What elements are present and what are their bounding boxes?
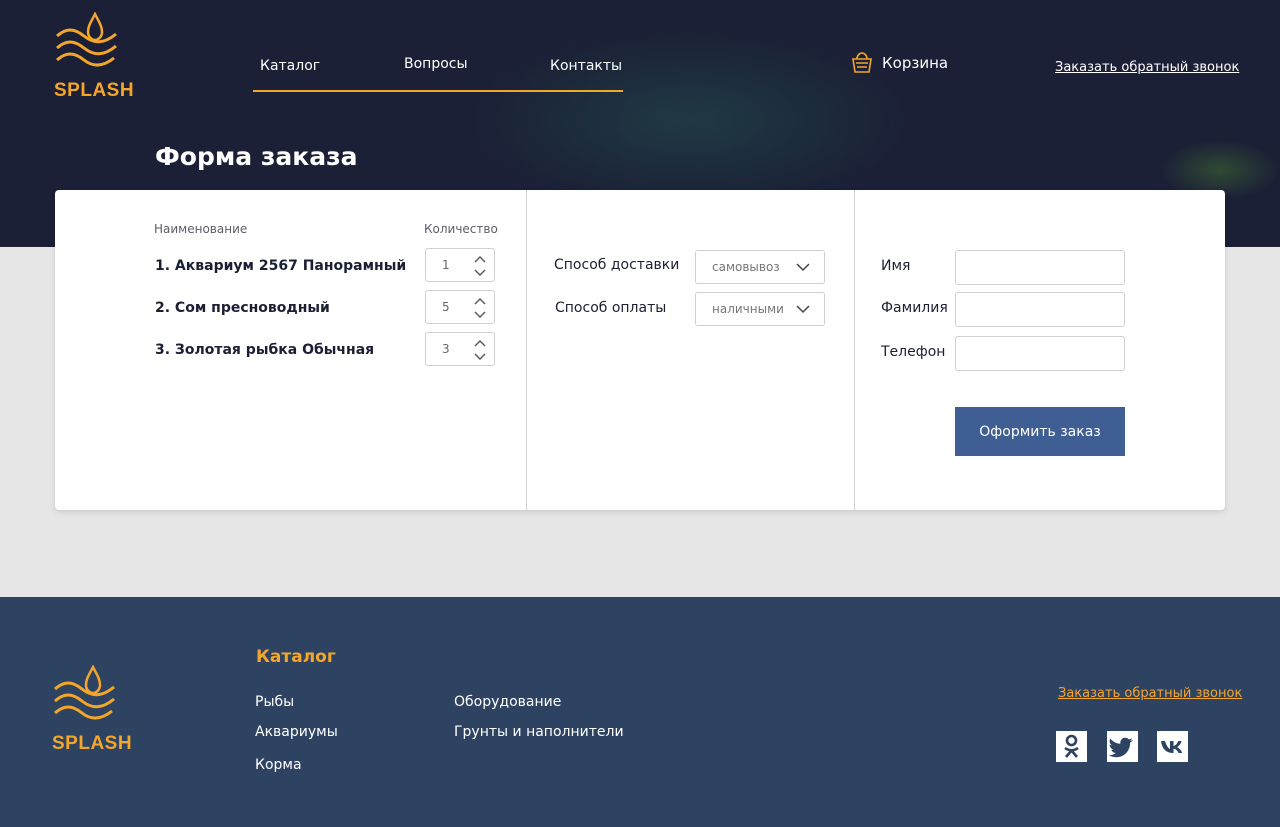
chevron-down-icon	[796, 263, 810, 272]
logo[interactable]: SPLASH	[54, 12, 144, 102]
chevron-down-icon	[796, 305, 810, 314]
delivery-method-select[interactable]: самовывоз	[695, 250, 825, 284]
vk-icon[interactable]	[1157, 731, 1188, 762]
twitter-icon[interactable]	[1107, 731, 1138, 762]
order-item-2: 2. Сом пресноводный	[155, 300, 330, 316]
payment-method-select[interactable]: наличными	[695, 292, 825, 326]
footer-link-fish[interactable]: Рыбы	[255, 694, 294, 710]
surname-label: Фамилия	[881, 300, 948, 316]
payment-method-value: наличными	[712, 302, 784, 316]
phone-label: Телефон	[881, 344, 946, 360]
column-divider	[854, 190, 855, 510]
footer-link-equipment[interactable]: Оборудование	[454, 694, 561, 710]
footer-link-aquariums[interactable]: Аквариумы	[255, 724, 338, 740]
order-form-card: Наименование Количество 1. Аквариум 2567…	[55, 190, 1225, 510]
logo-text: SPLASH	[54, 80, 135, 101]
name-label: Имя	[881, 258, 911, 274]
nav-contacts[interactable]: Контакты	[550, 58, 622, 74]
phone-input[interactable]	[955, 336, 1125, 371]
footer: SPLASH Каталог Рыбы Аквариумы Корма Обор…	[0, 597, 1280, 827]
cart-link[interactable]: Корзина	[851, 52, 948, 74]
nav-questions[interactable]: Вопросы	[404, 56, 468, 72]
column-header-name: Наименование	[154, 222, 248, 236]
logo-text: SPLASH	[52, 733, 133, 754]
logo-drop-waves-icon	[56, 12, 117, 67]
quantity-value: 5	[442, 300, 450, 314]
column-header-quantity: Количество	[424, 222, 498, 236]
callback-link-top[interactable]: Заказать обратный звонок	[1055, 60, 1239, 75]
odnoklassniki-icon[interactable]	[1056, 731, 1087, 762]
quantity-value: 1	[442, 258, 450, 272]
stepper-arrows-icon[interactable]	[474, 297, 486, 319]
name-input[interactable]	[955, 250, 1125, 285]
quantity-stepper-2[interactable]: 5	[425, 290, 495, 324]
stepper-arrows-icon[interactable]	[474, 255, 486, 277]
logo-drop-waves-icon	[54, 665, 115, 720]
column-divider	[526, 190, 527, 510]
page-title: Форма заказа	[155, 142, 358, 171]
order-item-1: 1. Аквариум 2567 Панорамный	[155, 258, 407, 274]
callback-link-bottom[interactable]: Заказать обратный звонок	[1058, 686, 1242, 701]
cart-label: Корзина	[882, 54, 949, 72]
quantity-stepper-1[interactable]: 1	[425, 248, 495, 282]
basket-icon	[852, 52, 872, 73]
footer-catalog-title: Каталог	[256, 647, 336, 667]
footer-logo[interactable]: SPLASH	[52, 665, 142, 755]
stepper-arrows-icon[interactable]	[474, 339, 486, 361]
submit-order-button[interactable]: Оформить заказ	[955, 407, 1125, 456]
footer-link-food[interactable]: Корма	[255, 757, 302, 773]
delivery-method-label: Способ доставки	[554, 257, 680, 273]
quantity-value: 3	[442, 342, 450, 356]
nav-catalog[interactable]: Каталог	[260, 58, 320, 74]
delivery-method-value: самовывоз	[712, 260, 780, 274]
main-nav: Каталог Вопросы Контакты	[253, 45, 623, 92]
footer-link-soils[interactable]: Грунты и наполнители	[454, 724, 624, 740]
payment-method-label: Способ оплаты	[555, 300, 667, 316]
order-item-3: 3. Золотая рыбка Обычная	[155, 342, 375, 358]
surname-input[interactable]	[955, 292, 1125, 327]
quantity-stepper-3[interactable]: 3	[425, 332, 495, 366]
